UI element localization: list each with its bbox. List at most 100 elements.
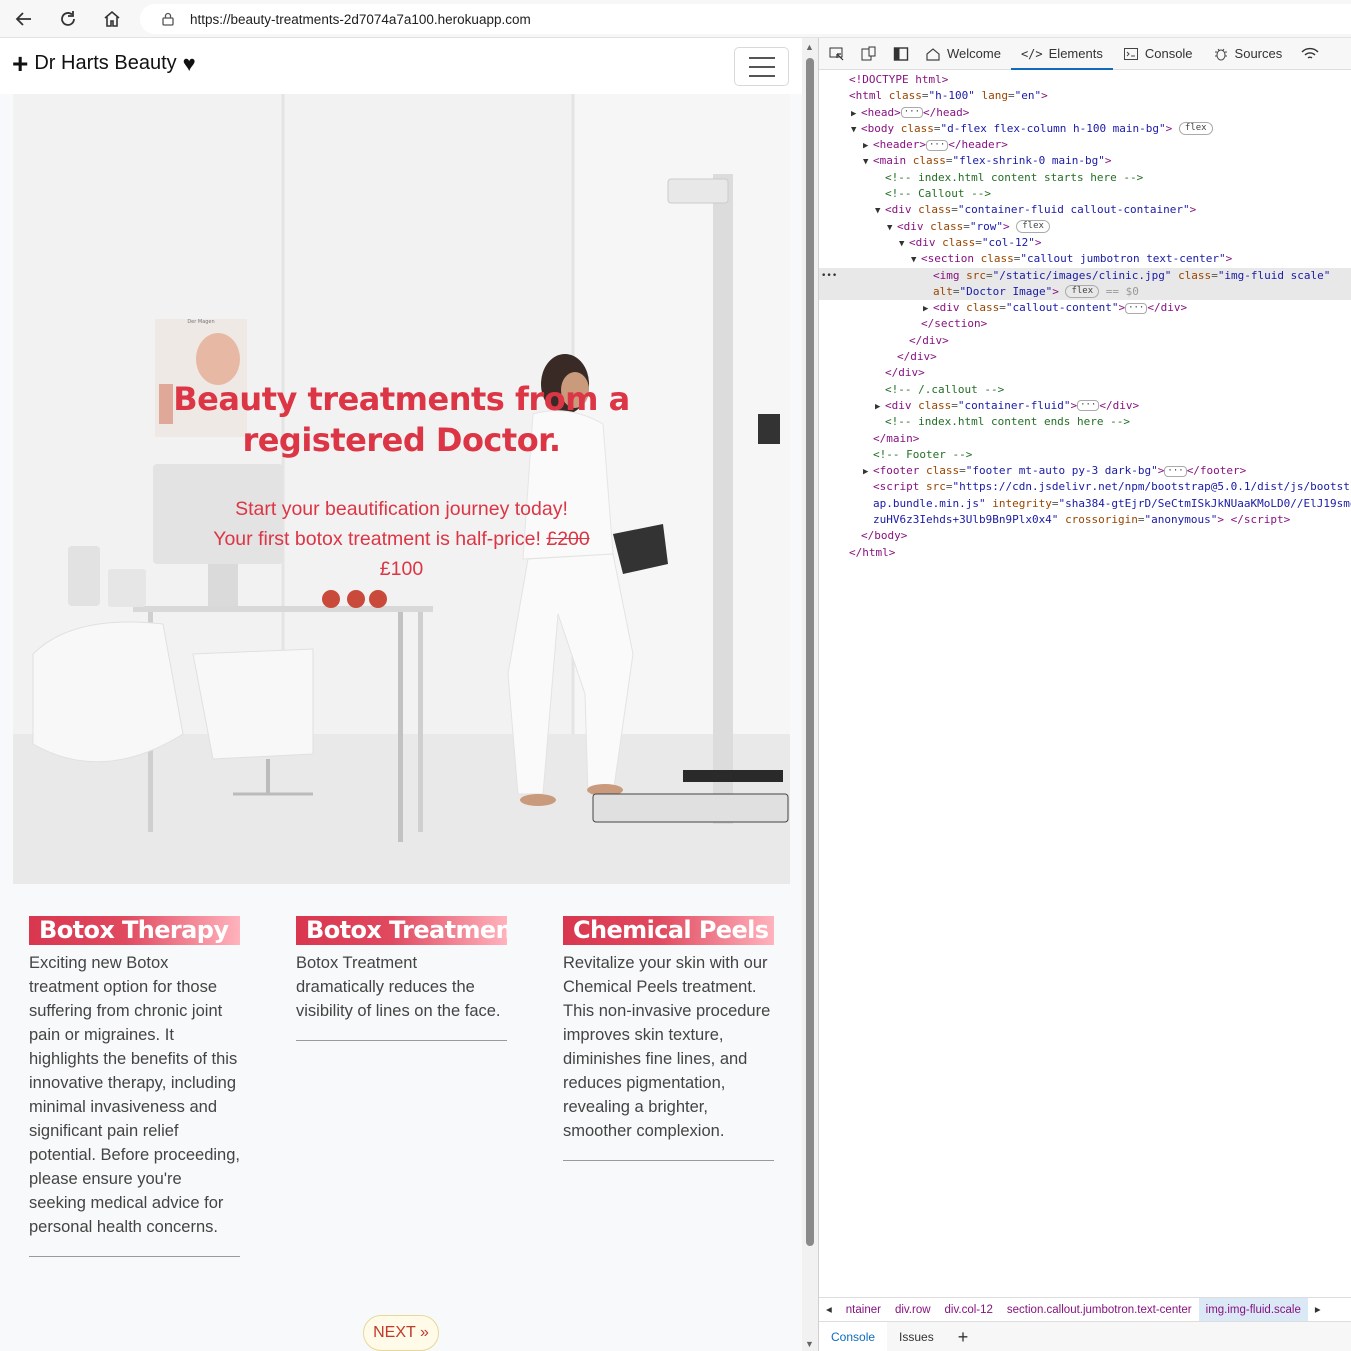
site-header: + Dr Harts Beauty ♥: [0, 38, 802, 94]
dom-node-line[interactable]: ▼ <div class="row"> flex: [819, 219, 1351, 235]
dom-node-line[interactable]: </div>: [819, 333, 1351, 349]
reload-button[interactable]: [55, 6, 81, 32]
breadcrumb-scroll-left-icon[interactable]: ◂: [819, 1298, 839, 1321]
menu-icon-bar: [748, 74, 775, 77]
brand-name: Dr Harts Beauty: [34, 52, 177, 74]
breadcrumb-scroll-right-icon[interactable]: ▸: [1308, 1298, 1328, 1321]
dom-node-line[interactable]: ▼ <div class="container-fluid callout-con…: [819, 202, 1351, 218]
home-icon: [926, 47, 940, 61]
dom-node-line[interactable]: ▶ <footer class="footer mt-auto py-3 dark…: [819, 463, 1351, 479]
dom-node-markup: </body>: [861, 529, 908, 543]
expand-toggle-icon[interactable]: ▶: [863, 464, 873, 480]
dom-node-line[interactable]: </html>: [819, 545, 1351, 561]
dom-node-line[interactable]: ▶ <header> ··· </header>: [819, 137, 1351, 153]
card-botox-treatment: Botox Treatment Botox Treatment dramatic…: [296, 916, 507, 1041]
brand-link[interactable]: + Dr Harts Beauty ♥: [12, 49, 196, 77]
add-tab-icon[interactable]: +: [946, 1322, 981, 1351]
dom-node-line[interactable]: ▼ <body class="d-flex flex-column h-100 m…: [819, 121, 1351, 137]
scroll-up-icon[interactable]: ▲: [805, 42, 814, 52]
drawer-tab-issues[interactable]: Issues: [887, 1322, 946, 1351]
back-button[interactable]: [11, 6, 37, 32]
node-actions-icon[interactable]: •••: [821, 268, 837, 284]
breadcrumb-item[interactable]: div.col-12: [938, 1298, 1000, 1321]
dom-node-line[interactable]: ▼ <section class="callout jumbotron text-…: [819, 251, 1351, 267]
dom-node-line[interactable]: <img src="/static/images/clinic.jpg" cla…: [819, 267, 1351, 284]
dom-node-markup: <html class="h-100" lang="en">: [849, 89, 1048, 103]
tab-label: Welcome: [947, 46, 1001, 61]
dom-node-line[interactable]: </div>: [819, 349, 1351, 365]
scrollbar-thumb[interactable]: [806, 58, 814, 1246]
dom-node-line[interactable]: <!DOCTYPE html>: [819, 72, 1351, 88]
dom-node-markup: <!-- Footer -->: [873, 447, 973, 461]
dom-node-line[interactable]: </body>: [819, 528, 1351, 544]
heart-icon: ♥: [182, 50, 196, 76]
card-divider: [296, 1040, 507, 1041]
devtools-tabbar: Welcome </> Elements Console Sources: [819, 38, 1351, 70]
dom-node-line[interactable]: ▼ <div class="col-12">: [819, 235, 1351, 251]
tab-welcome[interactable]: Welcome: [915, 38, 1011, 70]
card-divider: [29, 1256, 240, 1257]
expand-toggle-icon[interactable]: ▼: [911, 252, 921, 268]
expand-toggle-icon[interactable]: ▶: [851, 106, 861, 122]
next-button[interactable]: NEXT »: [363, 1315, 439, 1351]
card-chemical-peels: Chemical Peels Revitalize your skin with…: [563, 916, 774, 1161]
card-title: Botox Therapy: [29, 916, 240, 945]
breadcrumb-item-active[interactable]: img.img-fluid.scale: [1198, 1298, 1308, 1321]
dom-node-markup: <!-- index.html content ends here -->: [885, 415, 1131, 429]
dom-node-markup: </main>: [873, 431, 920, 445]
home-button[interactable]: [99, 6, 125, 32]
dom-node-line[interactable]: ▼ <main class="flex-shrink-0 main-bg">: [819, 153, 1351, 169]
dom-node-line[interactable]: <script src="https://cdn.jsdelivr.net/np…: [819, 479, 1351, 495]
expand-toggle-icon[interactable]: ▼: [863, 154, 873, 170]
dom-node-line[interactable]: </section>: [819, 316, 1351, 332]
tab-elements[interactable]: </> Elements: [1010, 38, 1113, 70]
address-bar[interactable]: https://beauty-treatments-2d7074a7a100.h…: [140, 4, 1351, 34]
dom-node-markup: <div class="container-fluid callout-cont…: [885, 203, 1197, 217]
dom-node-line[interactable]: <html class="h-100" lang="en">: [819, 88, 1351, 104]
expand-toggle-icon[interactable]: ▼: [899, 236, 909, 252]
expand-toggle-icon[interactable]: ▼: [875, 203, 885, 219]
code-icon: </>: [1020, 46, 1043, 61]
breadcrumb-item[interactable]: ntainer: [839, 1298, 888, 1321]
home-icon: [104, 10, 120, 27]
dom-node-line[interactable]: <!-- index.html content starts here -->: [819, 170, 1351, 186]
dom-node-line[interactable]: alt="Doctor Image"> flex == $0: [819, 283, 1351, 301]
card-title: Chemical Peels: [563, 916, 774, 945]
dom-node-line[interactable]: <!-- index.html content ends here -->: [819, 414, 1351, 430]
card-text: Botox Treatment dramatically reduces the…: [296, 954, 501, 1020]
menu-icon-bar: [748, 65, 775, 68]
expand-toggle-icon[interactable]: ▶: [875, 399, 885, 415]
device-emulation-icon[interactable]: [855, 40, 883, 68]
dom-node-line[interactable]: </div>: [819, 365, 1351, 381]
expand-toggle-icon[interactable]: ▼: [851, 122, 861, 138]
navbar-toggler-button[interactable]: [734, 47, 789, 86]
dom-node-line[interactable]: ▶ <div class="callout-content"> ··· </div>: [819, 300, 1351, 316]
drawer-tab-console[interactable]: Console: [819, 1321, 888, 1351]
dom-node-line[interactable]: <!-- Footer -->: [819, 447, 1351, 463]
dom-node-line[interactable]: <!-- /.callout -->: [819, 382, 1351, 398]
tab-console[interactable]: Console: [1113, 38, 1203, 70]
url-text: https://beauty-treatments-2d7074a7a100.h…: [190, 11, 531, 27]
inspect-element-icon[interactable]: [823, 40, 851, 68]
expand-toggle-icon[interactable]: ▶: [863, 138, 873, 154]
expand-toggle-icon[interactable]: ▼: [887, 220, 897, 236]
dom-node-markup: <div class="col-12">: [909, 235, 1042, 249]
dom-node-markup: <img src="/static/images/clinic.jpg" cla…: [933, 268, 1331, 282]
page-scrollbar[interactable]: ▲ ▼: [802, 38, 818, 1351]
card-botox-therapy: Botox Therapy Exciting new Botox treatme…: [29, 916, 240, 1257]
dom-node-markup: </div>: [897, 350, 937, 364]
expand-toggle-icon[interactable]: ▶: [923, 301, 933, 317]
tab-sources[interactable]: Sources: [1203, 38, 1293, 70]
breadcrumb-item[interactable]: section.callout.jumbotron.text-center: [1000, 1298, 1199, 1321]
scroll-down-icon[interactable]: ▼: [805, 1339, 814, 1349]
breadcrumb-item[interactable]: div.row: [888, 1298, 938, 1321]
dock-side-icon[interactable]: [887, 40, 915, 68]
dom-node-line[interactable]: ▶ <head> ··· </head>: [819, 105, 1351, 121]
dom-node-line[interactable]: ap.bundle.min.js" integrity="sha384-gtEj…: [819, 496, 1351, 512]
dom-node-line[interactable]: </main>: [819, 431, 1351, 447]
dom-node-line[interactable]: <!-- Callout -->: [819, 186, 1351, 202]
dom-node-line[interactable]: zuHV6z3Iehds+3Ulb9Bn9Plx0x4" crossorigin…: [819, 512, 1351, 528]
wifi-icon[interactable]: [1296, 40, 1324, 68]
dom-node-line[interactable]: ▶ <div class="container-fluid"> ··· </div>: [819, 398, 1351, 414]
dom-node-markup: </div>: [885, 366, 925, 380]
